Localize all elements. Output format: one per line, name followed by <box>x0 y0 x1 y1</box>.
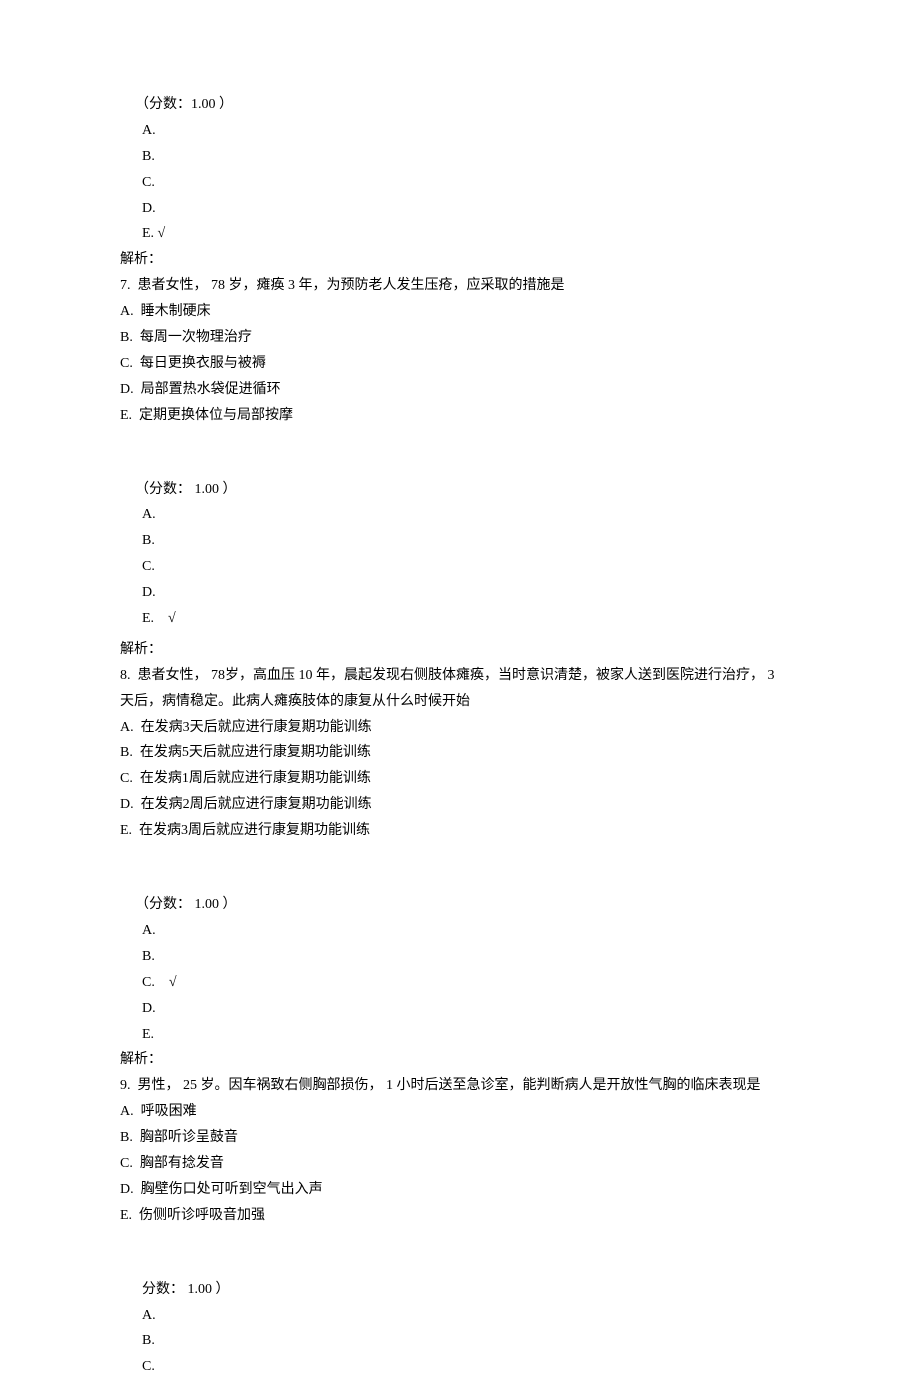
option-e: E. 伤侧听诊呼吸音加强 <box>120 1203 800 1229</box>
option-d: D. 在发病2周后就应进行康复期功能训练 <box>120 792 800 818</box>
answer-option-e: E. <box>120 1022 800 1048</box>
option-b: B. 每周一次物理治疗 <box>120 325 800 351</box>
score-line: （分数： 1.00 ） <box>120 477 800 503</box>
question-stem-line2: 天后，病情稳定。此病人瘫痪肢体的康复从什么时候开始 <box>120 689 800 715</box>
answer-option-b: B. <box>120 144 800 170</box>
question-stem: 7. 患者女性， 78 岁，瘫痪 3 年，为预防老人发生压疮，应采取的措施是 <box>120 273 800 299</box>
option-e: E. 定期更换体位与局部按摩 <box>120 403 800 429</box>
question-stem-line1: 8. 患者女性， 78岁，高血压 10 年，晨起发现右侧肢体瘫痪，当时意识清楚，… <box>120 663 800 689</box>
option-a: A. 在发病3天后就应进行康复期功能训练 <box>120 715 800 741</box>
score-line: 分数： 1.00 ） <box>120 1277 800 1303</box>
question-8: 8. 患者女性， 78岁，高血压 10 年，晨起发现右侧肢体瘫痪，当时意识清楚，… <box>120 663 800 1073</box>
answer-option-d: D. <box>120 580 800 606</box>
option-a: A. 睡木制硬床 <box>120 299 800 325</box>
option-a: A. 呼吸困难 <box>120 1099 800 1125</box>
answer-option-a: A. <box>120 1303 800 1329</box>
answer-option-a: A. <box>120 118 800 144</box>
question-6-answer-block: （分数：1.00 ） A. B. C. D. E. √ 解析： <box>120 92 800 273</box>
answer-option-e: E. √ <box>120 221 800 247</box>
answer-option-b: B. <box>120 528 800 554</box>
answer-option-a: A. <box>120 502 800 528</box>
answer-option-c: C. <box>120 554 800 580</box>
option-b: B. 胸部听诊呈鼓音 <box>120 1125 800 1151</box>
option-c: C. 胸部有捻发音 <box>120 1151 800 1177</box>
score-line: （分数： 1.00 ） <box>120 892 800 918</box>
option-d: D. 胸壁伤口处可听到空气出入声 <box>120 1177 800 1203</box>
option-e: E. 在发病3周后就应进行康复期功能训练 <box>120 818 800 844</box>
question-7: 7. 患者女性， 78 岁，瘫痪 3 年，为预防老人发生压疮，应采取的措施是 A… <box>120 273 800 663</box>
option-c: C. 在发病1周后就应进行康复期功能训练 <box>120 766 800 792</box>
option-b: B. 在发病5天后就应进行康复期功能训练 <box>120 740 800 766</box>
option-c: C. 每日更换衣服与被褥 <box>120 351 800 377</box>
answer-option-b: B. <box>120 1328 800 1354</box>
answer-option-c: C. <box>120 1354 800 1380</box>
answer-option-a: A. <box>120 918 800 944</box>
answer-option-b: B. <box>120 944 800 970</box>
question-stem: 9. 男性， 25 岁。因车祸致右侧胸部损伤， 1 小时后送至急诊室，能判断病人… <box>120 1073 800 1099</box>
analysis-label: 解析： <box>120 247 800 273</box>
answer-option-d: D. <box>120 996 800 1022</box>
answer-option-d: D. <box>120 196 800 222</box>
analysis-label: 解析： <box>120 637 800 663</box>
analysis-label: 解析： <box>120 1047 800 1073</box>
score-line: （分数：1.00 ） <box>120 92 800 118</box>
question-9: 9. 男性， 25 岁。因车祸致右侧胸部损伤， 1 小时后送至急诊室，能判断病人… <box>120 1073 800 1380</box>
answer-option-c: C. <box>120 170 800 196</box>
option-d: D. 局部置热水袋促进循环 <box>120 377 800 403</box>
answer-option-e: E. √ <box>120 606 800 632</box>
answer-option-c: C. √ <box>120 970 800 996</box>
